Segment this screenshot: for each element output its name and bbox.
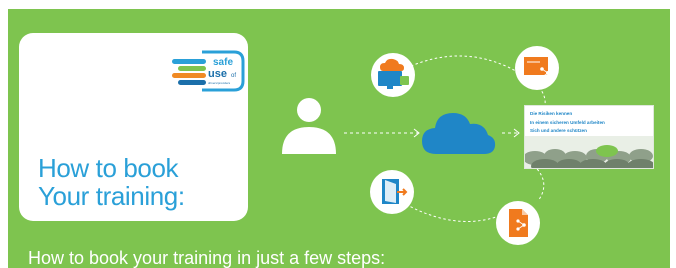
- logo-word-safe: safe: [213, 57, 233, 68]
- steps-heading: How to book your training in just a few …: [28, 248, 386, 268]
- arrow-person-to-cloud: [344, 128, 420, 138]
- card-title: How to book Your training:: [38, 154, 185, 210]
- person-icon: [282, 98, 336, 154]
- slide-line-2: In einem sicheren Umfeld arbeiten: [530, 119, 605, 125]
- slide-line-1: Die Risiken kennen: [530, 111, 573, 116]
- title-card: safe use of drivers/providers How to boo…: [19, 33, 248, 221]
- share-presentation-icon: [515, 46, 559, 90]
- logo-word-of: of: [231, 73, 236, 79]
- cloud-icon: [422, 113, 496, 154]
- risk-slide-preview: Die Risiken kennen In einem sicheren Umf…: [525, 106, 653, 168]
- exit-door-icon: [370, 170, 414, 214]
- training-banner: safe use of drivers/providers How to boo…: [8, 9, 670, 268]
- share-document-icon: [496, 201, 540, 245]
- logo-word-use: use: [208, 68, 227, 80]
- logo-word-drivers: drivers/providers: [208, 81, 231, 85]
- arrow-cloud-to-slide: [502, 128, 520, 138]
- card-title-line-1: How to book: [38, 153, 179, 183]
- umbrellas-image: [525, 136, 653, 168]
- safe-use-logo: safe use of drivers/providers: [172, 46, 246, 96]
- card-title-line-2: Your training:: [38, 181, 185, 211]
- slide-text: Die Risiken kennen In einem sicheren Umf…: [530, 110, 605, 136]
- monitor-cloud-icon: [371, 53, 415, 97]
- slide-line-3: Sich und andere schützen: [530, 128, 587, 133]
